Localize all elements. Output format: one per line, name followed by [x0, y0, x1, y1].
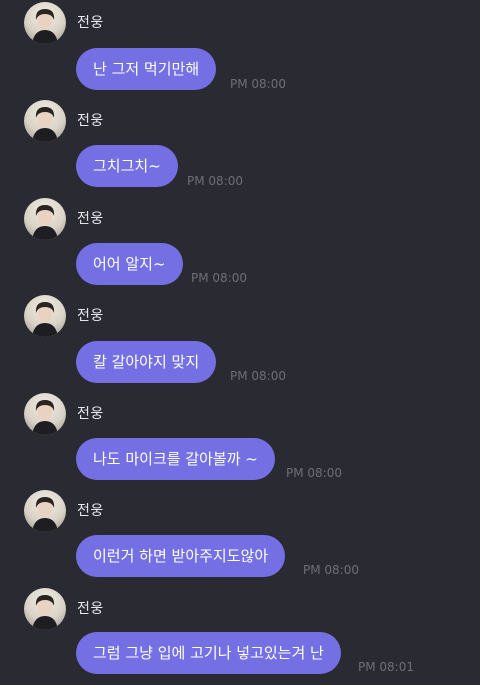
- avatar[interactable]: [24, 100, 66, 142]
- avatar[interactable]: [24, 295, 66, 337]
- message-bubble[interactable]: 그치그치~: [76, 145, 178, 187]
- avatar-photo-icon: [32, 205, 58, 240]
- message-bubble[interactable]: 그럼 그냥 입에 고기나 넣고있는겨 난: [76, 632, 341, 674]
- message-time: PM 08:00: [230, 369, 286, 383]
- message-bubble[interactable]: 이런거 하면 받아주지도않아: [76, 535, 286, 577]
- message-row: 전웅 그치그치~ PM 08:00: [0, 100, 480, 197]
- avatar-photo-icon: [32, 497, 58, 532]
- message-row: 전웅 난 그저 먹기만해 PM 08:00: [0, 2, 480, 99]
- message-time: PM 08:00: [286, 466, 342, 480]
- sender-name: 전웅: [77, 601, 104, 617]
- message-row: 전웅 칼 갈아야지 맞지 PM 08:00: [0, 295, 480, 392]
- avatar-photo-icon: [32, 595, 58, 630]
- chat-log: 전웅 난 그저 먹기만해 PM 08:00 전웅 그치그치~ PM 08:00 …: [0, 0, 480, 682]
- message-time: PM 08:00: [191, 271, 247, 285]
- avatar[interactable]: [24, 198, 66, 240]
- avatar-photo-icon: [32, 302, 58, 337]
- sender-name: 전웅: [77, 308, 104, 324]
- message-bubble[interactable]: 난 그저 먹기만해: [76, 48, 217, 90]
- avatar-photo-icon: [32, 9, 58, 44]
- sender-name: 전웅: [77, 406, 104, 422]
- message-time: PM 08:00: [187, 174, 243, 188]
- sender-name: 전웅: [77, 15, 104, 31]
- sender-name: 전웅: [77, 113, 104, 129]
- message-time: PM 08:01: [358, 660, 414, 674]
- avatar[interactable]: [24, 490, 66, 532]
- sender-name: 전웅: [77, 211, 104, 227]
- message-bubble[interactable]: 칼 갈아야지 맞지: [76, 341, 217, 383]
- message-time: PM 08:00: [230, 77, 286, 91]
- message-bubble[interactable]: 나도 마이크를 갈아볼까 ~: [76, 438, 275, 480]
- avatar[interactable]: [24, 2, 66, 44]
- avatar[interactable]: [24, 588, 66, 630]
- message-time: PM 08:00: [303, 563, 359, 577]
- message-row: 전웅 그럼 그냥 입에 고기나 넣고있는겨 난 PM 08:01: [0, 588, 480, 685]
- message-row: 전웅 나도 마이크를 갈아볼까 ~ PM 08:00: [0, 393, 480, 490]
- avatar-photo-icon: [32, 107, 58, 142]
- avatar[interactable]: [24, 393, 66, 435]
- sender-name: 전웅: [77, 503, 104, 519]
- message-row: 전웅 어어 알지~ PM 08:00: [0, 198, 480, 295]
- avatar-photo-icon: [32, 400, 58, 435]
- message-bubble[interactable]: 어어 알지~: [76, 243, 183, 285]
- message-row: 전웅 이런거 하면 받아주지도않아 PM 08:00: [0, 490, 480, 587]
